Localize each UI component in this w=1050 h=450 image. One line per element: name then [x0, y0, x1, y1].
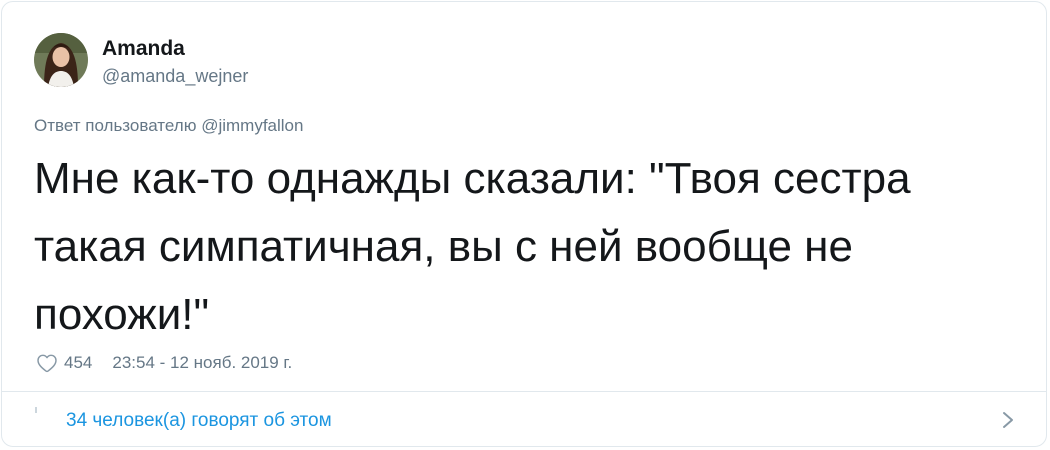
avatar[interactable] [34, 33, 88, 87]
tweet-text: Мне как-то однажды сказали: "Твоя сестра… [34, 154, 911, 339]
author-handle[interactable]: @amanda_wejner [102, 65, 248, 87]
tweet-timestamp[interactable]: 23:54 - 12 нояб. 2019 г. [112, 353, 292, 373]
tweet-card: Amanda @amanda_wejner Ответ пользователю… [1, 1, 1047, 447]
reply-context: Ответ пользователю @jimmyfallon [34, 115, 303, 137]
conversation-footer[interactable]: 34 человек(а) говорят об этом [2, 392, 1046, 446]
like-count[interactable]: 454 [64, 353, 92, 373]
conversation-link[interactable]: 34 человек(а) говорят об этом [66, 409, 332, 433]
reply-prefix: Ответ пользователю [34, 116, 197, 135]
chevron-right-icon[interactable] [998, 407, 1018, 433]
author-name[interactable]: Amanda [102, 37, 185, 61]
reply-mention-link[interactable]: @jimmyfallon [201, 116, 303, 135]
avatar-image [34, 33, 88, 87]
footer-marker [35, 407, 37, 413]
heart-icon[interactable] [36, 352, 58, 374]
tweet-meta: 454 23:54 - 12 нояб. 2019 г. [34, 351, 292, 375]
